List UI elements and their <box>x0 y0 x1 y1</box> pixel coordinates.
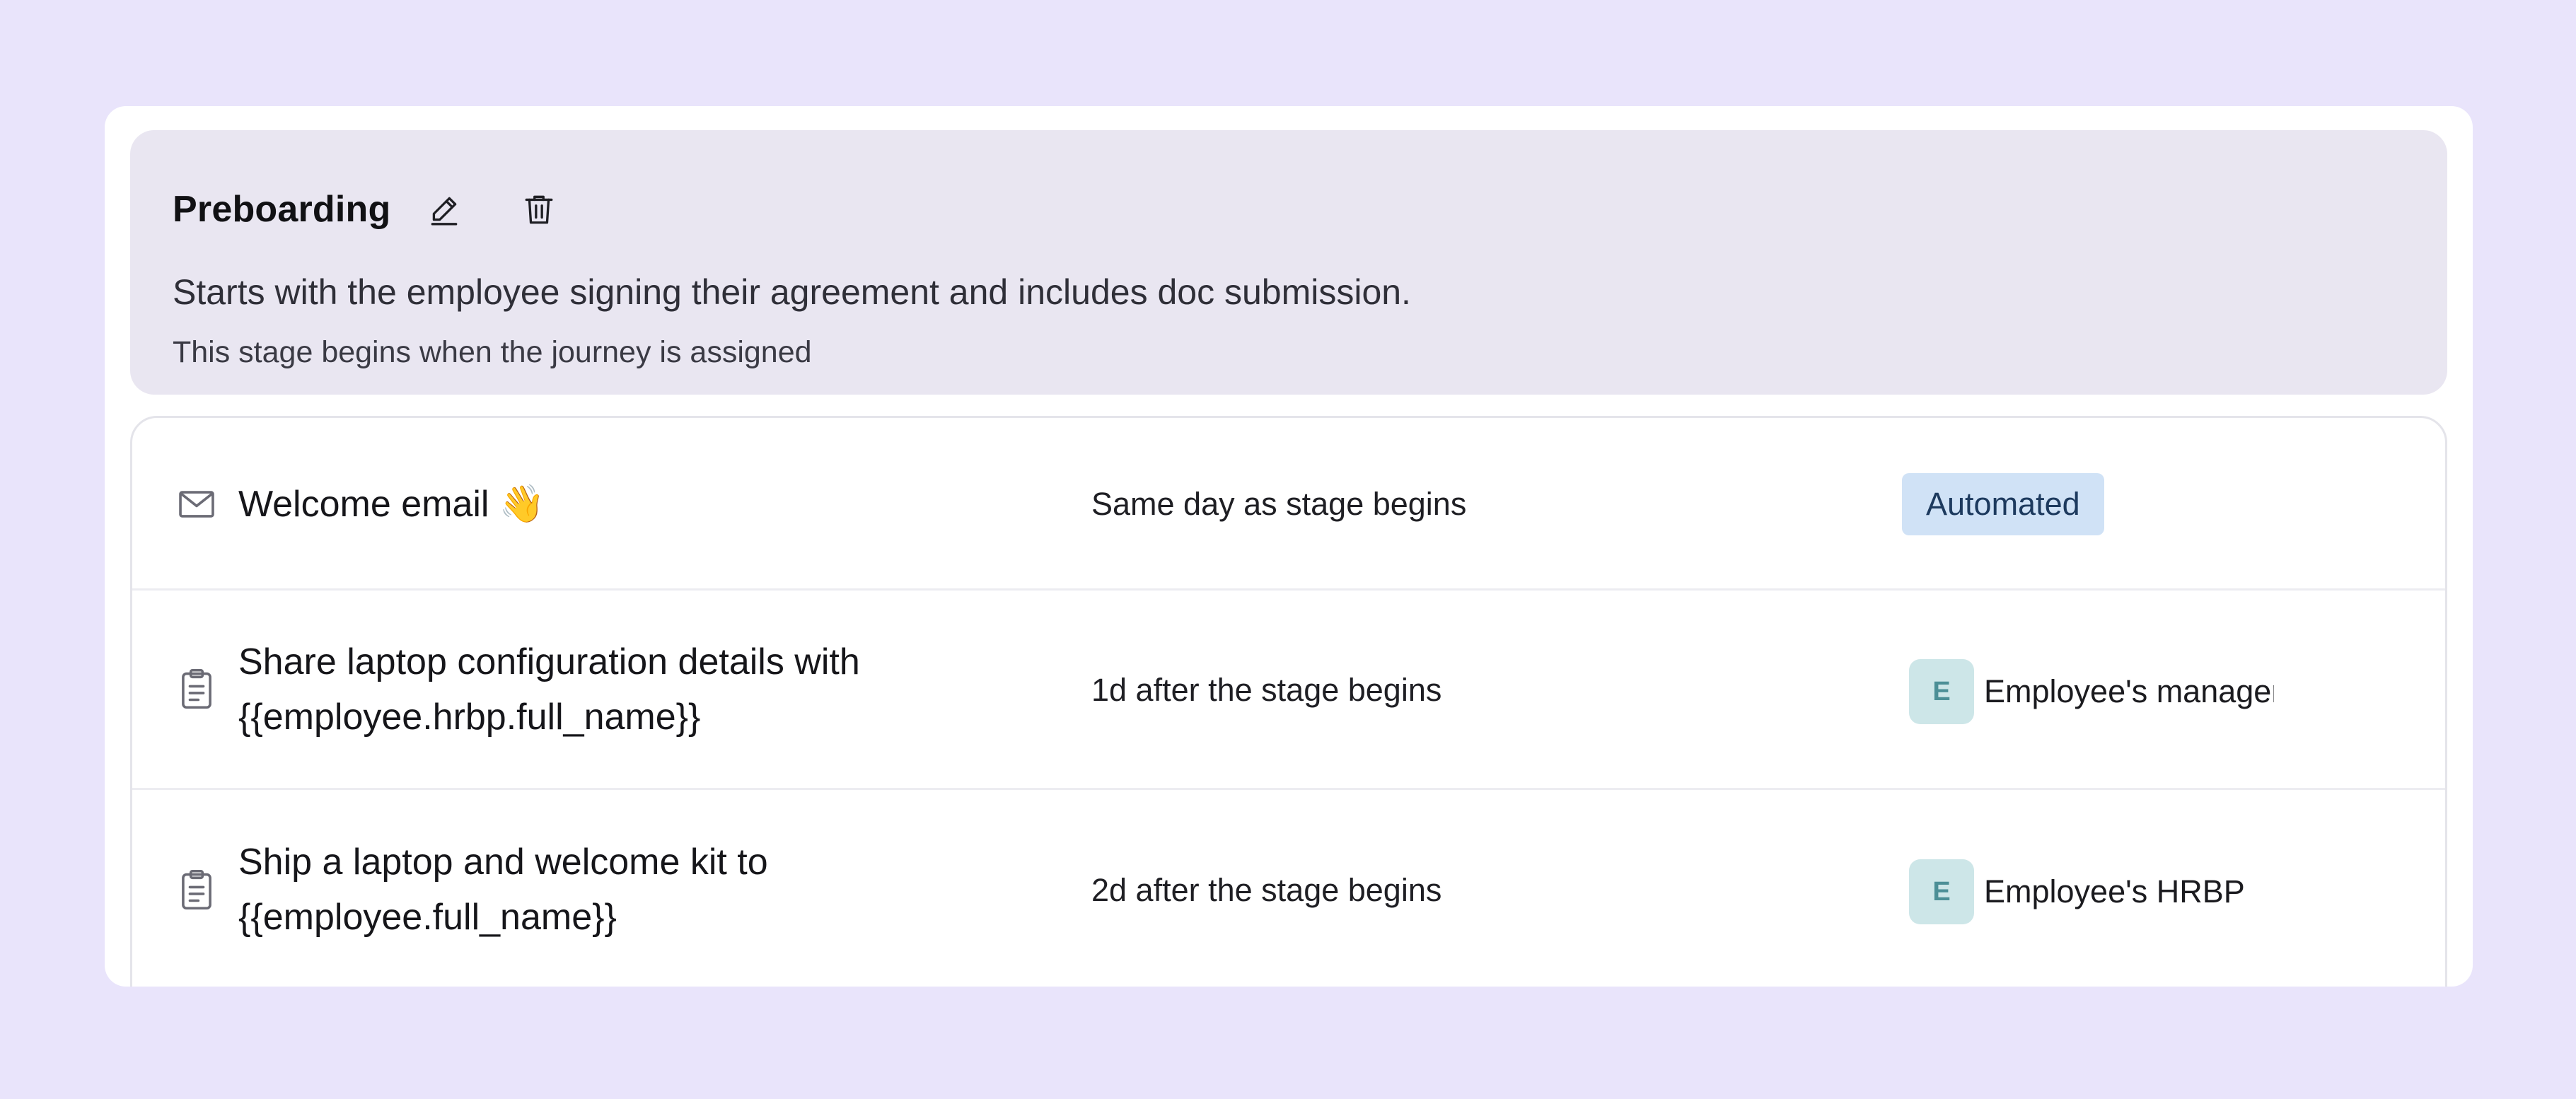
task-timing: 1d after the stage begins <box>1091 672 1442 708</box>
stage-title-row: Preboarding <box>173 181 564 238</box>
task-title-line: Ship a laptop and welcome kit to <box>238 842 768 883</box>
avatar: E <box>1909 859 1974 924</box>
task-title-line: {{employee.full_name}} <box>238 897 617 938</box>
task-title: Share laptop configuration details with … <box>238 634 860 745</box>
avatar: E <box>1909 659 1974 724</box>
edit-stage-button[interactable] <box>419 184 470 235</box>
stage-header: Preboarding Starts with the employee sig… <box>130 130 2447 395</box>
task-row[interactable]: Share laptop configuration details with … <box>132 591 2445 790</box>
task-title-line: Welcome email 👋 <box>238 484 545 525</box>
assignee-name: Employee's HRBP <box>1984 873 2245 909</box>
pencil-icon <box>431 197 458 226</box>
stage-start-note: This stage begins when the journey is as… <box>173 335 812 369</box>
delete-stage-button[interactable] <box>514 184 564 235</box>
assignee-name: Employee's manager <box>1984 673 2274 709</box>
task-row[interactable]: Ship a laptop and welcome kit to {{emplo… <box>132 790 2445 987</box>
task-assignee: E Employee's HRBP <box>1909 859 2245 924</box>
task-title-line: Share laptop configuration details with <box>238 641 860 682</box>
clipboard-icon <box>175 868 219 912</box>
task-title-line: {{employee.hrbp.full_name}} <box>238 697 701 738</box>
automated-badge: Automated <box>1902 473 2104 535</box>
task-assignee: E Employee's manager <box>1909 659 2274 724</box>
task-title: Ship a laptop and welcome kit to {{emplo… <box>238 835 768 945</box>
task-timing: Same day as stage begins <box>1091 486 1467 522</box>
task-row[interactable]: Welcome email 👋 Same day as stage begins… <box>132 418 2445 591</box>
stage-card: Preboarding Starts with the employee sig… <box>105 106 2473 987</box>
mail-icon <box>175 482 219 526</box>
trash-icon <box>526 195 553 224</box>
stage-description: Starts with the employee signing their a… <box>173 272 1411 312</box>
task-timing: 2d after the stage begins <box>1091 872 1442 908</box>
stage-title: Preboarding <box>173 189 391 230</box>
clipboard-icon <box>175 667 219 711</box>
task-list: Welcome email 👋 Same day as stage begins… <box>130 416 2447 987</box>
task-title: Welcome email 👋 <box>238 477 545 532</box>
